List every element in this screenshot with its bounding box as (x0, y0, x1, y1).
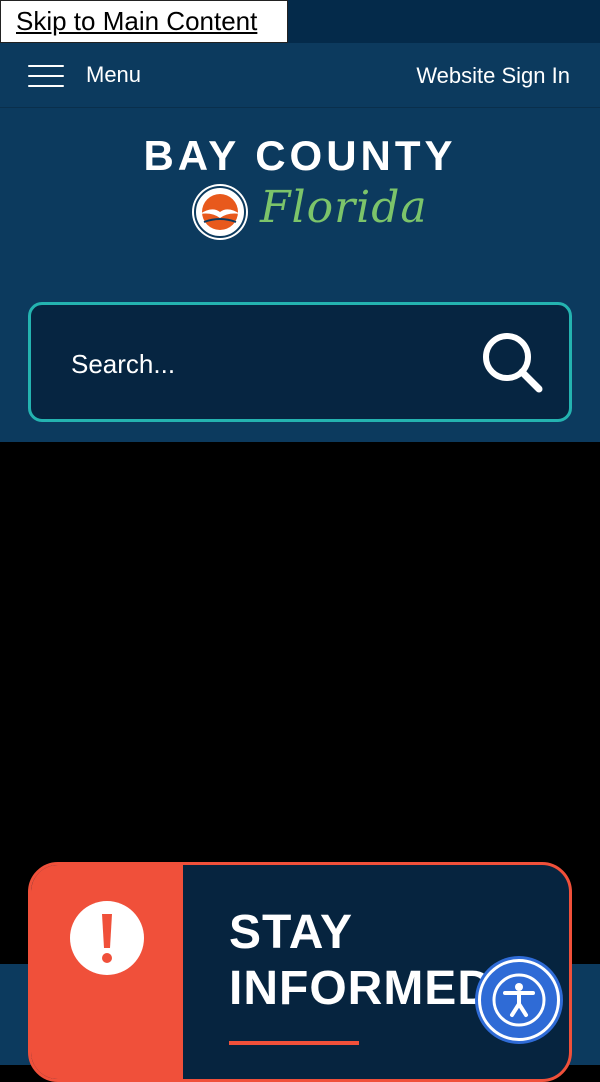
skip-to-main-link[interactable]: Skip to Main Content (0, 0, 288, 43)
alert-heading-line2: INFORMED (229, 962, 493, 1015)
exclamation-icon (70, 901, 144, 975)
hamburger-icon (28, 63, 64, 87)
search-icon[interactable] (479, 329, 545, 395)
search-input[interactable] (69, 343, 453, 385)
accessibility-button[interactable] (478, 959, 560, 1041)
search-box (28, 302, 572, 422)
alert-accent-panel (31, 865, 183, 1079)
menu-button[interactable]: Menu (28, 57, 141, 93)
site-header: BAY COUNTY Florida (0, 108, 600, 442)
alert-heading-line1: STAY (229, 906, 354, 959)
website-sign-in-link[interactable]: Website Sign In (416, 63, 570, 89)
alert-underline (229, 1041, 359, 1045)
brand-title[interactable]: BAY COUNTY (0, 132, 600, 180)
brand-subtitle: Florida (260, 182, 428, 233)
alert-heading: STAY INFORMED (229, 905, 493, 1017)
brand-subtitle-group[interactable]: Florida (190, 178, 430, 248)
top-navbar: Menu Website Sign In (0, 43, 600, 108)
county-seal-icon (192, 184, 248, 240)
accessibility-icon (492, 973, 546, 1027)
menu-label: Menu (86, 62, 142, 87)
